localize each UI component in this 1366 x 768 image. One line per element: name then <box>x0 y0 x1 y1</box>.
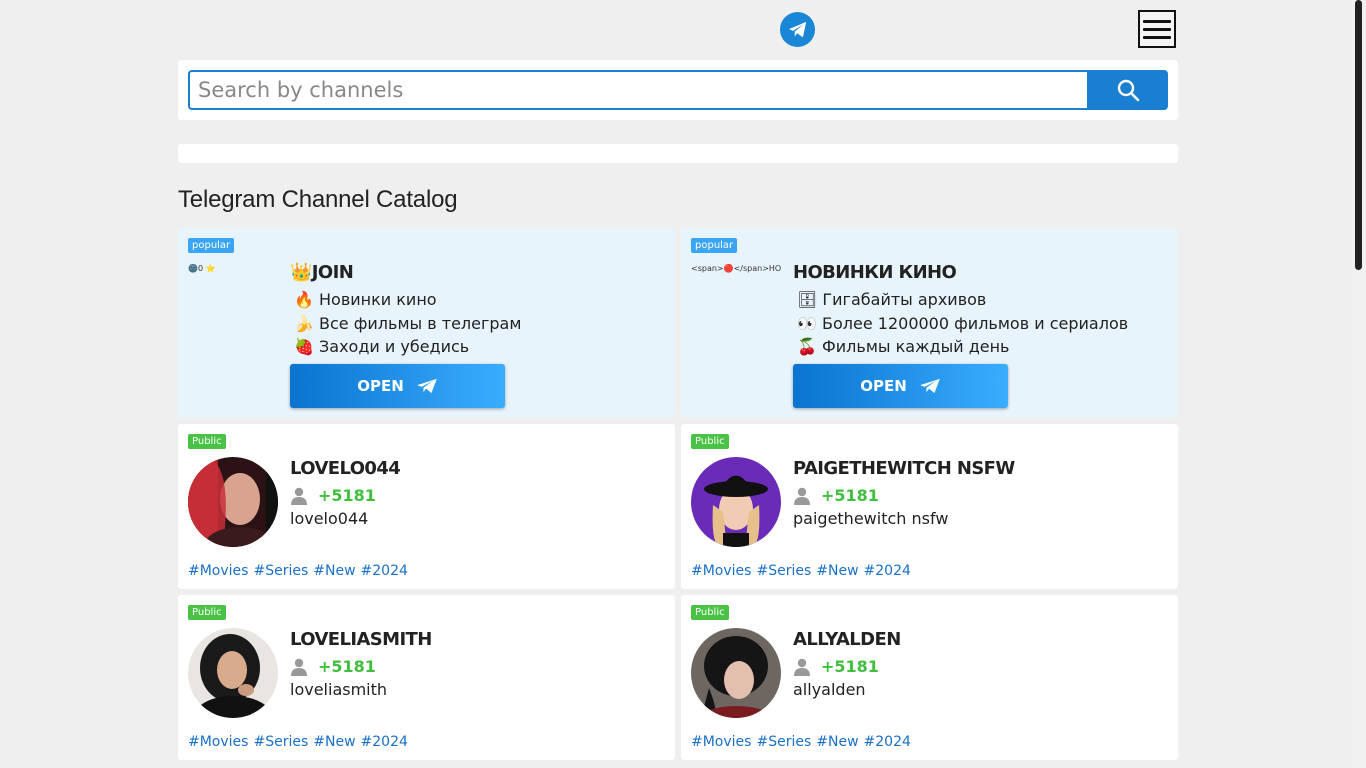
channel-avatar[interactable] <box>188 457 278 547</box>
user-icon <box>291 487 307 505</box>
subscriber-stats: +5181 <box>290 657 376 676</box>
tag-link[interactable]: #Series <box>756 563 811 579</box>
open-button-label: OPEN <box>860 377 907 395</box>
menu-hamburger-icon[interactable] <box>1138 10 1176 48</box>
channel-handle: lovelo044 <box>290 509 369 528</box>
subscriber-count: +5181 <box>821 486 879 505</box>
channel-avatar[interactable] <box>188 628 278 718</box>
description-line: 🍒 Фильмы каждый день <box>797 337 1010 356</box>
tag-list: #Movies #Series #New #2024 <box>691 563 911 579</box>
popular-channel-card: popular <span>🔴</span>НОВИНКИ КИНО НОВИН… <box>681 228 1178 418</box>
description-line: 👀 Более 1200000 фильмов и сериалов <box>797 313 1129 333</box>
subscriber-count: +5181 <box>821 657 879 676</box>
tag-list: #Movies #Series #New #2024 <box>188 734 408 750</box>
subscriber-count: +5181 <box>318 657 376 676</box>
user-icon <box>291 658 307 676</box>
description-line: 🍌 Все фильмы в телеграм <box>294 313 522 333</box>
public-badge: Public <box>188 605 226 620</box>
public-badge: Public <box>691 605 729 620</box>
channel-title[interactable]: PAIGETHEWITCH NSFW <box>793 458 1015 479</box>
channel-description: 🔥 Новинки кино 🍌 Все фильмы в телеграм 🍓… <box>294 288 521 359</box>
paper-plane-icon <box>416 378 437 394</box>
search-bar <box>178 60 1178 120</box>
scrollbar-thumb[interactable] <box>1355 0 1362 270</box>
page-title: Telegram Channel Catalog <box>178 186 458 213</box>
subscriber-stats: +5181 <box>290 486 376 505</box>
tag-link[interactable]: #Series <box>756 734 811 750</box>
channel-image: <span>🔴</span>НОВИНКИ КИНО <box>691 264 781 273</box>
tag-link[interactable]: #Movies <box>691 563 751 579</box>
public-channel-card[interactable]: Public LOVELIASMITH +5181 loveliasmith #… <box>178 595 675 760</box>
user-icon <box>794 487 810 505</box>
popular-badge: popular <box>188 238 235 253</box>
popular-channel-card: popular 🌚0 ⭐ 👑JOIN 🔥 Новинки кино 🍌 Все … <box>178 228 675 418</box>
popular-badge: popular <box>691 238 738 253</box>
public-badge: Public <box>691 434 729 449</box>
tag-link[interactable]: #2024 <box>864 563 911 579</box>
telegram-logo-icon[interactable] <box>780 12 815 47</box>
subscriber-count: +5181 <box>318 486 376 505</box>
tag-link[interactable]: #New <box>313 563 355 579</box>
tag-link[interactable]: #Series <box>253 563 308 579</box>
tag-link[interactable]: #Movies <box>188 563 248 579</box>
channel-handle: allyalden <box>793 680 866 699</box>
ad-banner <box>178 144 1178 163</box>
public-badge: Public <box>188 434 226 449</box>
tag-link[interactable]: #Movies <box>691 734 751 750</box>
open-button-label: OPEN <box>357 377 404 395</box>
channel-avatar[interactable] <box>691 628 781 718</box>
search-button[interactable] <box>1088 70 1168 110</box>
tag-link[interactable]: #2024 <box>361 563 408 579</box>
channel-image: 🌚0 ⭐ <box>188 264 216 273</box>
subscriber-stats: +5181 <box>793 486 879 505</box>
channel-title[interactable]: 👑JOIN <box>290 262 354 283</box>
channel-avatar[interactable] <box>691 457 781 547</box>
public-channel-card[interactable]: Public ALLYALDEN +5181 allyalden #Movies… <box>681 595 1178 760</box>
channel-title[interactable]: НОВИНКИ КИНО <box>793 262 957 283</box>
subscriber-stats: +5181 <box>793 657 879 676</box>
tag-list: #Movies #Series #New #2024 <box>691 734 911 750</box>
user-icon <box>794 658 810 676</box>
public-channel-card[interactable]: Public LOVELO044 +5181 lovelo044 #Movies… <box>178 424 675 589</box>
vertical-scrollbar[interactable] <box>1351 0 1366 768</box>
search-icon <box>1117 79 1140 102</box>
tag-link[interactable]: #2024 <box>361 734 408 750</box>
open-button[interactable]: OPEN <box>290 364 505 408</box>
tag-link[interactable]: #New <box>313 734 355 750</box>
tag-list: #Movies #Series #New #2024 <box>188 563 408 579</box>
search-input[interactable] <box>188 70 1089 110</box>
channel-title[interactable]: ALLYALDEN <box>793 629 901 650</box>
channel-title[interactable]: LOVELIASMITH <box>290 629 432 650</box>
description-line: 🗄 Гигабайты архивов <box>797 290 987 309</box>
tag-link[interactable]: #2024 <box>864 734 911 750</box>
paper-plane-icon <box>919 378 940 394</box>
channel-description: 🗄 Гигабайты архивов 👀 Более 1200000 филь… <box>797 288 1128 359</box>
channel-handle: paigethewitch nsfw <box>793 509 949 528</box>
open-button[interactable]: OPEN <box>793 364 1008 408</box>
tag-link[interactable]: #Series <box>253 734 308 750</box>
description-line: 🍓 Заходи и убедись <box>294 337 470 356</box>
public-channel-card[interactable]: Public PAIGETHEWITCH NSFW +5181 paigethe… <box>681 424 1178 589</box>
tag-link[interactable]: #Movies <box>188 734 248 750</box>
tag-link[interactable]: #New <box>816 734 858 750</box>
channel-handle: loveliasmith <box>290 680 388 699</box>
tag-link[interactable]: #New <box>816 563 858 579</box>
description-line: 🔥 Новинки кино <box>294 290 437 309</box>
channel-title[interactable]: LOVELO044 <box>290 458 401 479</box>
